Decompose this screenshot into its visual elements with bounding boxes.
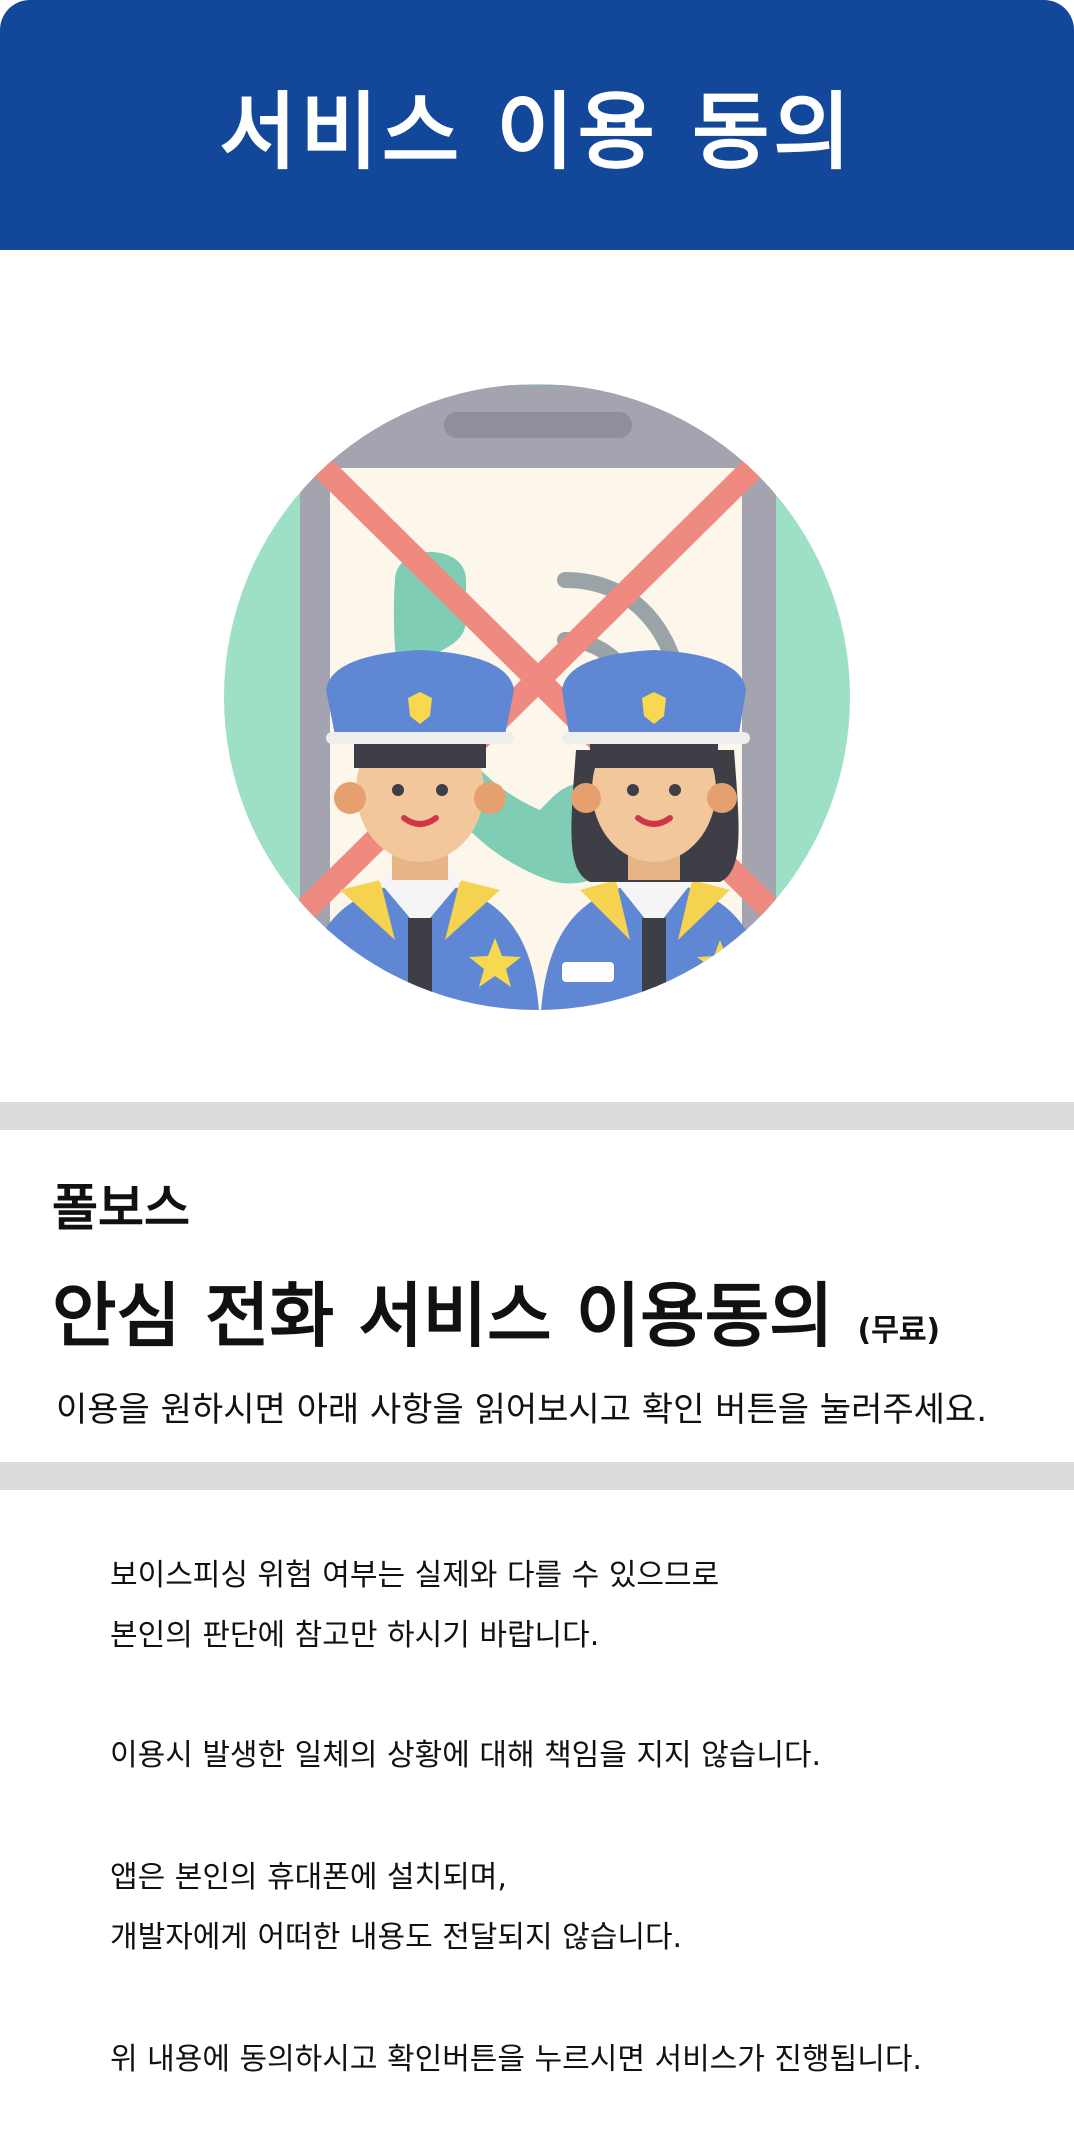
police-officer-female-icon xyxy=(540,650,770,1010)
title-line: 안심 전화 서비스 이용동의 (무료) xyxy=(52,1260,940,1361)
page-title: 서비스 이용 동의 xyxy=(219,82,855,181)
consent-page: 서비스 이용 동의 폴보스 안심 전화 서비스 이용동의 (무료) 이용을 원하… xyxy=(0,0,1074,2148)
terms-section: 보이스피싱 위험 여부는 실제와 다를 수 있으므로 본인의 판단에 참고만 하… xyxy=(0,1490,1074,2148)
illustration-svg xyxy=(224,384,850,1010)
term-line: 위 내용에 동의하시고 확인버튼을 누르시면 서비스가 진행됩니다. xyxy=(110,2042,922,2077)
instruction-text: 이용을 원하시면 아래 사항을 읽어보시고 확인 버튼을 눌러주세요. xyxy=(56,1390,988,1430)
section-divider xyxy=(0,1102,1074,1130)
term-line: 앱은 본인의 휴대폰에 설치되며, xyxy=(110,1860,507,1895)
term-line: 보이스피싱 위험 여부는 실제와 다를 수 있으므로 xyxy=(110,1558,720,1593)
hero-illustration xyxy=(0,250,1074,1102)
header-bar: 서비스 이용 동의 xyxy=(0,0,1074,250)
service-title: 안심 전화 서비스 이용동의 xyxy=(52,1275,834,1357)
brand-name: 폴보스 xyxy=(52,1179,190,1237)
free-tag: (무료) xyxy=(857,1313,941,1348)
term-line: 개발자에게 어떠한 내용도 전달되지 않습니다. xyxy=(110,1920,683,1955)
term-line: 본인의 판단에 참고만 하시기 바랍니다. xyxy=(110,1618,600,1653)
term-line: 이용시 발생한 일체의 상황에 대해 책임을 지지 않습니다. xyxy=(110,1738,822,1773)
intro-section: 폴보스 안심 전화 서비스 이용동의 (무료) 이용을 원하시면 아래 사항을 … xyxy=(0,1130,1074,1462)
section-divider xyxy=(0,1462,1074,1490)
